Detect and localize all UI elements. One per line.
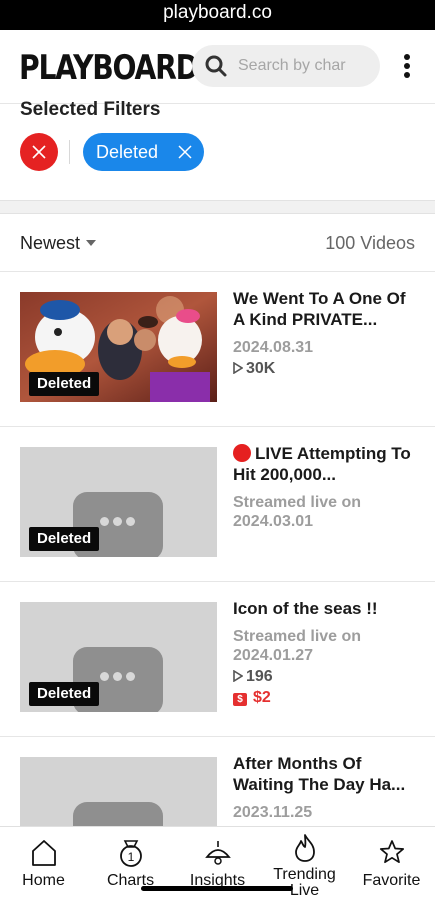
playboard-logo[interactable]: PLAYBOARD	[19, 48, 199, 88]
filter-divider	[69, 140, 70, 164]
video-title[interactable]: We Went To A One Of A Kind PRIVATE...	[233, 288, 418, 330]
video-item[interactable]: Deleted Icon of the seas !! Streamed liv…	[0, 582, 435, 737]
app-header: PLAYBOARD	[0, 30, 435, 104]
browser-url-bar[interactable]: playboard.co	[0, 0, 435, 30]
deleted-badge: Deleted	[29, 527, 100, 551]
video-thumbnail[interactable]: Deleted	[20, 447, 217, 557]
video-revenue: $ $2	[233, 689, 271, 707]
video-views: 196	[233, 668, 273, 686]
video-thumbnail[interactable]: Deleted	[20, 292, 217, 402]
lamp-icon	[205, 841, 231, 865]
nav-home[interactable]: Home	[0, 827, 87, 900]
sort-label: Newest	[20, 233, 81, 253]
video-count: 100 Videos	[325, 233, 415, 253]
caret-down-icon	[86, 239, 97, 246]
red-circle-icon	[233, 444, 251, 462]
flame-icon	[295, 834, 315, 862]
deleted-badge: Deleted	[29, 372, 100, 396]
sort-bar: Newest 100 Videos	[0, 214, 435, 272]
video-title[interactable]: LIVE Attempting To Hit 200,000...	[233, 443, 418, 485]
play-icon	[233, 670, 243, 682]
svg-text:1: 1	[128, 850, 135, 864]
close-icon	[32, 145, 46, 159]
video-date: Streamed live on 2024.03.01	[233, 494, 362, 530]
medal-icon: 1	[120, 840, 142, 867]
clear-filters-button[interactable]	[20, 133, 58, 171]
nav-label: Favorite	[362, 872, 421, 889]
video-title[interactable]: After Months Of Waiting The Day Ha...	[233, 753, 418, 795]
section-divider	[0, 200, 435, 214]
video-list: Deleted We Went To A One Of A Kind PRIVA…	[0, 272, 435, 892]
sort-dropdown[interactable]: Newest	[20, 233, 97, 254]
home-icon	[32, 840, 56, 866]
play-icon	[233, 362, 243, 374]
views-count: 30K	[246, 360, 276, 377]
video-title[interactable]: Icon of the seas !!	[233, 598, 418, 619]
nav-favorite[interactable]: Favorite	[348, 827, 435, 900]
url-text: playboard.co	[163, 2, 272, 23]
chip-close-icon[interactable]	[178, 145, 192, 159]
star-icon	[379, 840, 405, 864]
revenue-amount: $2	[253, 689, 271, 706]
selected-filters-panel: Selected Filters Deleted	[0, 99, 435, 202]
video-item[interactable]: Deleted LIVE Attempting To Hit 200,000..…	[0, 427, 435, 582]
video-date: 2024.08.31	[233, 339, 314, 356]
more-options-button[interactable]	[396, 52, 418, 82]
video-views: 30K	[233, 360, 275, 378]
search-icon	[205, 55, 227, 77]
filter-chip-label: Deleted	[96, 142, 159, 162]
home-indicator	[141, 886, 293, 891]
video-title-text: LIVE Attempting To Hit 200,000...	[233, 444, 411, 484]
deleted-badge: Deleted	[29, 682, 100, 706]
nav-label: Home	[22, 872, 65, 889]
more-vertical-icon	[404, 54, 410, 60]
video-thumbnail[interactable]: Deleted	[20, 602, 217, 712]
video-date: Streamed live on 2024.01.27	[233, 628, 362, 664]
search-box[interactable]	[192, 45, 380, 87]
nav-label: Trending Live	[273, 866, 336, 899]
filters-title: Selected Filters	[20, 99, 161, 120]
search-input[interactable]	[238, 45, 374, 87]
views-count: 196	[246, 668, 273, 685]
video-date: 2023.11.25	[233, 804, 313, 821]
filter-chip-deleted[interactable]: Deleted	[83, 133, 204, 171]
dollar-icon: $	[233, 693, 247, 706]
video-item[interactable]: Deleted We Went To A One Of A Kind PRIVA…	[0, 272, 435, 427]
